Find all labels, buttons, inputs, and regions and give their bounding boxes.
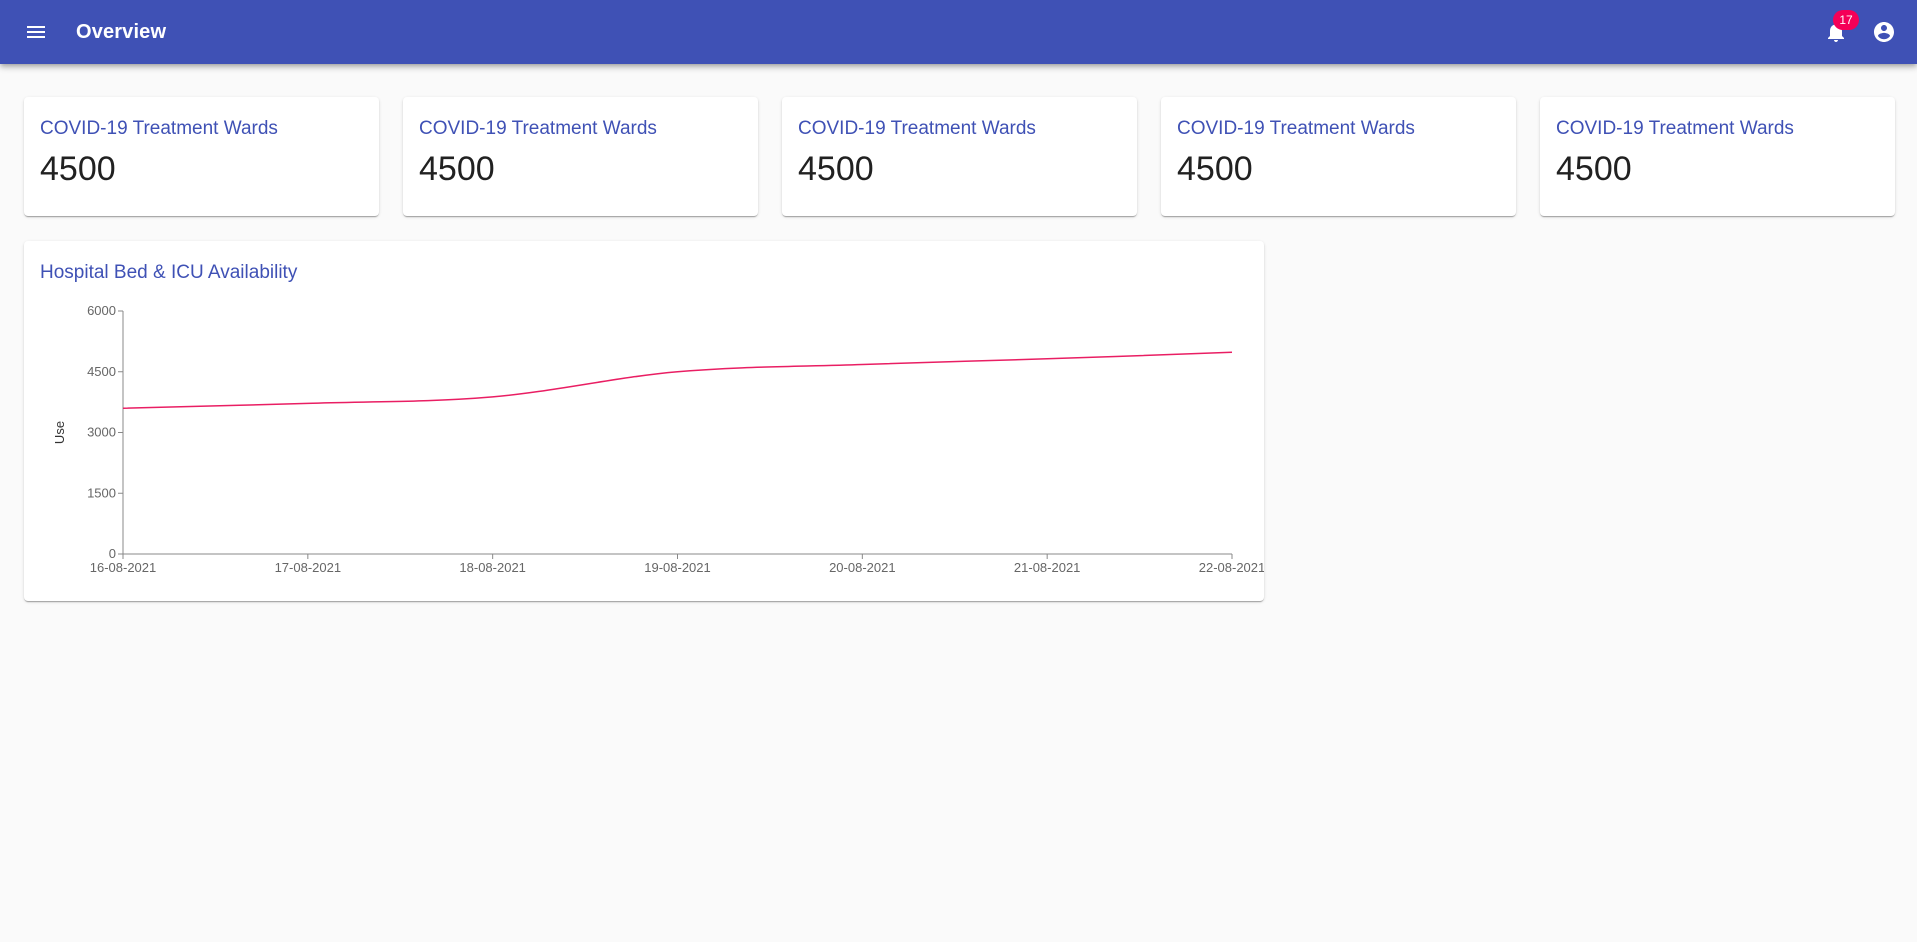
stat-value: 4500 <box>419 150 495 188</box>
y-tick-label: 3000 <box>87 425 116 440</box>
stat-label: COVID-19 Treatment Wards <box>40 118 278 139</box>
stat-card: COVID-19 Treatment Wards 4500 <box>403 97 758 216</box>
x-tick-label: 16-08-2021 <box>90 560 157 575</box>
series-line <box>122 351 1233 409</box>
x-tick-label: 22-08-2021 <box>1199 560 1264 575</box>
menu-icon <box>27 26 45 38</box>
y-tick-label: 4500 <box>87 364 116 379</box>
stat-card: COVID-19 Treatment Wards 4500 <box>24 97 379 216</box>
stat-value: 4500 <box>40 150 116 188</box>
x-tick-label: 21-08-2021 <box>1014 560 1081 575</box>
x-tick-label: 17-08-2021 <box>275 560 342 575</box>
stat-label: COVID-19 Treatment Wards <box>1556 118 1794 139</box>
x-tick-label: 20-08-2021 <box>829 560 896 575</box>
stat-label: COVID-19 Treatment Wards <box>1177 118 1415 139</box>
account-button[interactable] <box>1868 16 1900 48</box>
stat-card: COVID-19 Treatment Wards 4500 <box>1161 97 1516 216</box>
stat-label: COVID-19 Treatment Wards <box>798 118 1036 139</box>
chart-card: Hospital Bed & ICU Availability 0 1500 300… <box>24 241 1264 601</box>
app-bar: Overview 17 <box>0 0 1917 64</box>
stat-value: 4500 <box>1556 150 1632 188</box>
stat-value: 4500 <box>1177 150 1253 188</box>
y-tick-label: 0 <box>109 546 116 561</box>
stat-value: 4500 <box>798 150 874 188</box>
y-tick-label: 6000 <box>87 303 116 318</box>
account-circle-icon <box>1874 22 1894 42</box>
x-tick-label: 19-08-2021 <box>644 560 711 575</box>
page-title: Overview <box>76 21 167 43</box>
menu-button[interactable] <box>20 16 52 48</box>
stat-card: COVID-19 Treatment Wards 4500 <box>782 97 1137 216</box>
stat-card: COVID-19 Treatment Wards 4500 <box>1540 97 1895 216</box>
x-tick-label: 18-08-2021 <box>459 560 526 575</box>
y-axis-label: Use <box>52 421 67 444</box>
line-chart: 0 1500 3000 4500 6000 16-08-2021 17-08-2021 18-… <box>52 303 1264 575</box>
stat-label: COVID-19 Treatment Wards <box>419 118 657 139</box>
notification-badge: 17 <box>1833 10 1859 30</box>
y-tick-label: 1500 <box>87 485 116 500</box>
